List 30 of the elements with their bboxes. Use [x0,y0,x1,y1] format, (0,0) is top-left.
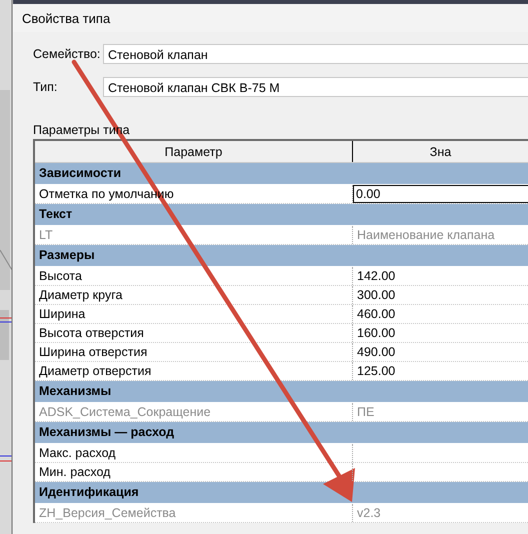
parameter-name: Диаметр круга [35,286,353,304]
parameter-name: LT [35,226,353,244]
parameter-value[interactable]: 160.00 [353,324,528,342]
field-label: Тип: [33,80,58,94]
parameter-name: ZH_Версия_Семейства [35,504,353,522]
group-header[interactable]: Текст [35,204,528,226]
column-header: Зна [428,144,452,160]
parameter-name: Высота отверстия [35,324,353,342]
parameter-value[interactable]: 460.00 [353,305,528,323]
parameter-name: Ширина отверстия [35,343,353,361]
family-field[interactable]: Стеновой клапан [103,44,528,64]
parameter-value[interactable]: 125.00 [353,362,528,380]
window-title: Свойства типа [22,10,110,26]
group-header[interactable]: Зависимости [35,163,528,185]
parameter-value[interactable]: 490.00 [353,343,528,361]
parameter-name: Ширина [35,305,353,323]
column-header: Параметр [35,141,353,162]
parameter-name: Макс. расход [35,444,353,462]
parameter-value[interactable]: 300.00 [353,286,528,304]
parameter-name: Диаметр отверстия [35,362,353,380]
parameter-name: Высота [35,267,353,285]
parameter-name: ADSK_Система_Сокращение [35,403,353,421]
group-header[interactable]: Механизмы [35,381,528,403]
group-header[interactable]: Механизмы — расход [35,422,528,444]
parameter-value[interactable]: 0.00 [353,185,528,203]
group-header[interactable]: Идентификация [35,482,528,504]
type-field[interactable]: Стеновой клапан СВК В-75 М [103,77,528,97]
field-label: Семейство: [33,47,102,61]
parameter-value[interactable]: 142.00 [353,267,528,285]
group-header[interactable]: Размеры [35,245,528,267]
